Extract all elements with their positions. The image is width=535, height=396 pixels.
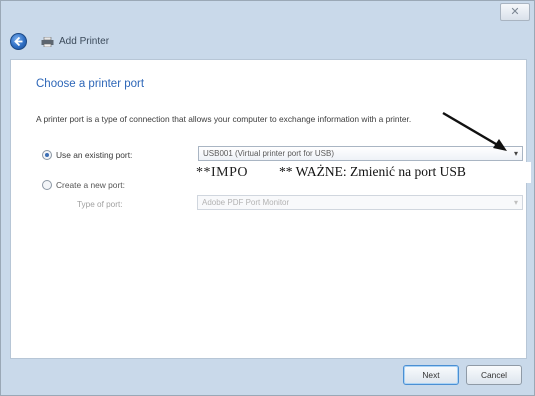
create-new-port-label[interactable]: Create a new port:	[56, 180, 125, 190]
use-existing-port-radio[interactable]	[42, 150, 52, 160]
chevron-down-icon: ▾	[513, 198, 518, 207]
annotation-note: ** WAŻNE: Zmienić na port USB	[279, 164, 466, 179]
page-heading: Choose a printer port	[36, 78, 145, 90]
back-arrow-icon	[14, 36, 23, 47]
add-printer-window: ✕ Add Printer Choose a printer port A pr…	[0, 0, 535, 396]
type-of-port-label: Type of port:	[77, 200, 123, 209]
port-type-value: Adobe PDF Port Monitor	[202, 198, 290, 207]
use-existing-port-label[interactable]: Use an existing port:	[56, 150, 132, 160]
create-new-port-radio[interactable]	[42, 180, 52, 190]
page-description: A printer port is a type of connection t…	[36, 114, 412, 124]
title-bar: ✕ Add Printer	[1, 1, 534, 59]
annotation-arrow-icon	[442, 111, 507, 151]
window-title: Add Printer	[59, 36, 110, 47]
annotation-impo: **IMPO	[196, 165, 249, 180]
next-button[interactable]: Next	[403, 365, 459, 385]
port-type-select[interactable]: Adobe PDF Port Monitor ▾	[197, 195, 523, 210]
cancel-button[interactable]: Cancel	[466, 365, 522, 385]
radio-selected-dot	[45, 153, 49, 157]
close-button[interactable]: ✕	[500, 3, 530, 21]
existing-port-value: USB001 (Virtual printer port for USB)	[203, 149, 335, 158]
printer-icon	[41, 37, 54, 47]
back-button[interactable]	[10, 33, 27, 50]
